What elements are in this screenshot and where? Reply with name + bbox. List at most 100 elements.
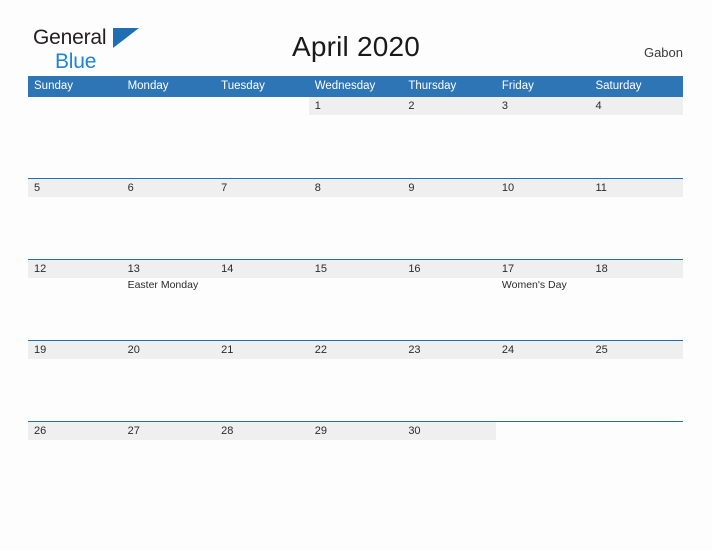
day-number: 7 <box>221 182 228 194</box>
weekday-header-saturday: Saturday <box>595 80 642 92</box>
calendar-day-cell[interactable]: 18 <box>589 260 684 341</box>
day-number: 29 <box>314 425 327 437</box>
day-number-band <box>496 422 590 440</box>
calendar-empty-cell <box>122 97 216 178</box>
day-number: 24 <box>501 344 515 356</box>
day-number: 10 <box>501 182 515 194</box>
calendar-day-cell[interactable]: 22 <box>308 341 403 422</box>
day-number: 17 <box>501 263 515 275</box>
calendar-day-cell[interactable]: 11 <box>589 179 684 260</box>
day-number: 16 <box>408 263 421 275</box>
day-number-band <box>589 97 684 115</box>
calendar-day-cell[interactable]: 9 <box>402 179 496 260</box>
calendar-day-cell[interactable]: 17 Women's Day <box>495 260 590 341</box>
day-number: 20 <box>127 344 140 356</box>
calendar-day-cell[interactable]: 15 <box>308 260 403 341</box>
day-number-band <box>402 97 496 115</box>
calendar-week-cells: 12 13 Easter Monday 14 15 16 17 Women's Day 18 <box>28 260 684 341</box>
calendar-day-cell[interactable]: 2 <box>402 97 496 178</box>
weekday-header-thursday: Thursday <box>408 80 457 92</box>
calendar-empty-cell <box>496 422 590 503</box>
calendar-day-cell[interactable]: 19 <box>28 341 122 422</box>
day-number-band <box>589 422 683 440</box>
calendar-day-cell[interactable]: 24 <box>495 341 590 422</box>
calendar-empty-cell <box>589 422 683 503</box>
day-number: 23 <box>408 344 421 356</box>
weekday-header-wednesday: Wednesday <box>314 80 376 92</box>
calendar-week-row: 1 2 3 4 <box>28 97 684 178</box>
calendar-week-row: 5 6 7 8 9 10 11 <box>28 178 684 260</box>
calendar-day-cell[interactable]: 4 <box>589 97 684 178</box>
day-number: 15 <box>314 263 327 275</box>
day-number: 30 <box>408 425 421 437</box>
calendar-day-cell[interactable]: 25 <box>589 341 684 422</box>
day-number: 13 <box>127 263 140 275</box>
page-header: General Blue April 2020 Gabon <box>0 0 712 76</box>
calendar-day-cell[interactable]: 1 <box>308 97 403 178</box>
calendar-day-cell[interactable]: 6 <box>121 179 216 260</box>
calendar-day-cell[interactable]: 12 <box>28 260 122 341</box>
day-number: 21 <box>221 344 234 356</box>
day-number-band <box>215 179 309 197</box>
calendar-day-cell[interactable]: 3 <box>495 97 590 178</box>
calendar-day-cell[interactable]: 28 <box>215 422 309 503</box>
weekday-header-monday: Monday <box>127 80 169 92</box>
calendar-day-cell[interactable]: 5 <box>28 179 122 260</box>
page-title: April 2020 <box>291 31 421 62</box>
calendar-day-cell[interactable]: 20 <box>121 341 216 422</box>
day-number: 3 <box>501 100 509 112</box>
day-number-band <box>308 97 403 115</box>
day-number: 26 <box>34 425 47 437</box>
day-number-band <box>122 97 216 115</box>
day-number: 11 <box>595 182 607 194</box>
day-number: 19 <box>34 344 47 356</box>
calendar-week-cells: 26 27 28 29 30 <box>28 422 683 503</box>
day-number: 28 <box>221 425 234 437</box>
calendar-empty-cell <box>215 97 309 178</box>
calendar-day-cell[interactable]: 21 <box>215 341 309 422</box>
day-number: 2 <box>408 100 415 112</box>
weekday-header-row: Sunday Monday Tuesday Wednesday Thursday… <box>28 76 683 97</box>
day-number-band <box>495 97 590 115</box>
day-number: 8 <box>314 182 321 194</box>
day-number: 4 <box>595 100 602 112</box>
calendar-day-cell[interactable]: 23 <box>402 341 496 422</box>
calendar-day-cell[interactable]: 14 <box>215 260 309 341</box>
day-number: 5 <box>34 182 41 194</box>
calendar-page: General Blue April 2020 Gabon Sunday Mon… <box>0 0 712 550</box>
day-number: 1 <box>314 100 321 112</box>
calendar-week-row: 12 13 Easter Monday 14 15 16 17 Women's Day 18 <box>28 259 684 341</box>
calendar-day-cell[interactable]: 8 <box>308 179 403 260</box>
calendar-week-row: 19 20 21 22 23 24 25 <box>28 340 684 422</box>
day-number-band <box>28 97 122 115</box>
calendar-day-cell[interactable]: 16 <box>402 260 496 341</box>
calendar-empty-cell <box>28 97 122 178</box>
day-number-band <box>121 179 216 197</box>
country-label: Gabon <box>643 45 683 60</box>
day-number: 27 <box>127 425 140 437</box>
calendar-day-cell[interactable]: 27 <box>121 422 216 503</box>
calendar-day-cell[interactable]: 26 <box>28 422 122 503</box>
day-number: 6 <box>127 182 134 194</box>
day-number: 25 <box>595 344 608 356</box>
calendar-day-cell[interactable]: 13 Easter Monday <box>121 260 216 341</box>
holiday-label: Women's Day <box>501 279 567 291</box>
calendar-week-cells: 5 6 7 8 9 10 11 <box>28 179 684 260</box>
calendar-weeks: 1 2 3 4 5 6 7 8 9 10 11 12 13 Easter Monday 14 15 16 17 Wo… <box>28 97 684 503</box>
day-number: 14 <box>221 263 234 275</box>
weekday-header-tuesday: Tuesday <box>221 80 265 92</box>
calendar-week-cells: 19 20 21 22 23 24 25 <box>28 341 684 422</box>
day-number: 9 <box>408 182 415 194</box>
day-number: 22 <box>314 344 327 356</box>
weekday-header-friday: Friday <box>501 80 534 92</box>
holiday-label: Easter Monday <box>127 279 199 291</box>
calendar-day-cell[interactable]: 10 <box>495 179 590 260</box>
day-number: 12 <box>34 263 47 275</box>
calendar-day-cell[interactable]: 30 <box>402 422 496 503</box>
day-number-band <box>308 179 403 197</box>
day-number: 18 <box>595 263 608 275</box>
day-number-band <box>28 179 122 197</box>
calendar-day-cell[interactable]: 7 <box>215 179 309 260</box>
calendar-day-cell[interactable]: 29 <box>308 422 403 503</box>
calendar-grid: Sunday Monday Tuesday Wednesday Thursday… <box>28 76 684 503</box>
